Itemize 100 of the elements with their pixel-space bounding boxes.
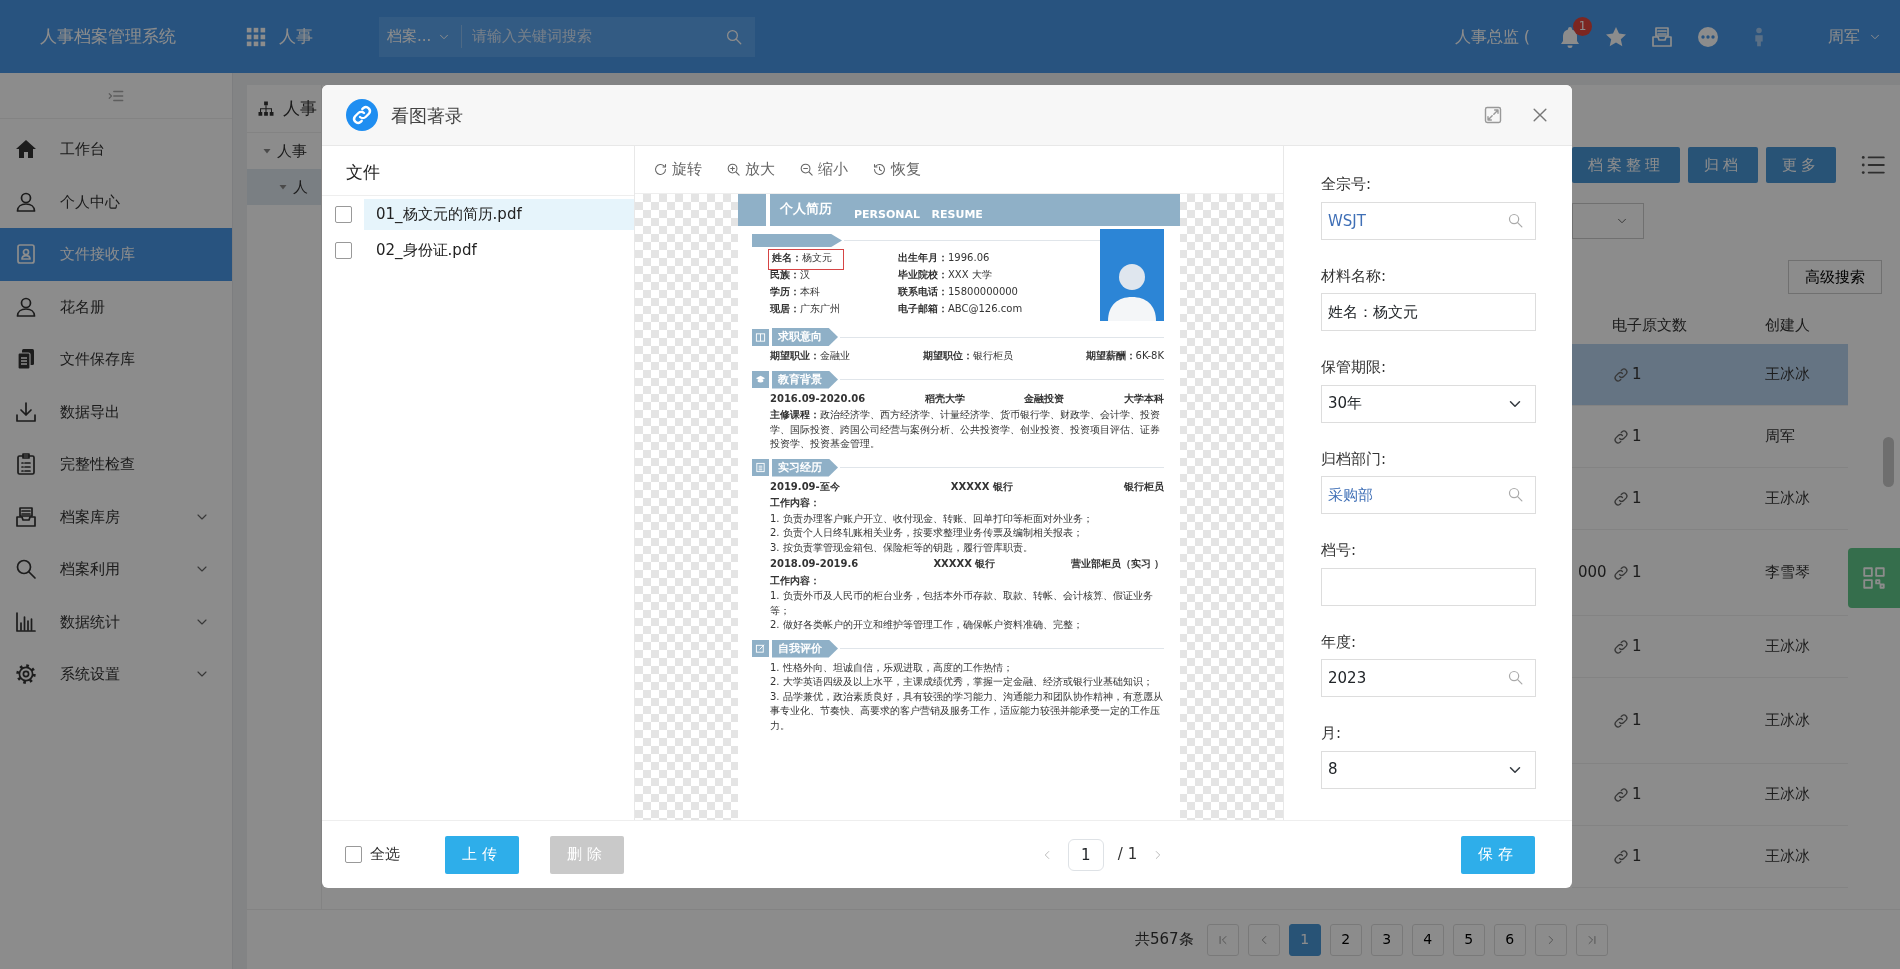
attachment-icon[interactable] bbox=[1612, 427, 1630, 446]
last-page-button[interactable] bbox=[1575, 923, 1608, 956]
edit-icon bbox=[752, 640, 769, 657]
previous-page-button[interactable] bbox=[1247, 923, 1280, 956]
select-field[interactable]: 8 bbox=[1321, 750, 1536, 789]
checklist-icon bbox=[14, 452, 38, 477]
sidebar-item[interactable]: 档案库房 bbox=[0, 490, 232, 543]
table-cell: 王冰冰 bbox=[1765, 365, 1810, 384]
module-title: 人事 bbox=[279, 24, 313, 48]
select-all-checkbox[interactable] bbox=[345, 846, 362, 863]
page-input[interactable]: 1 bbox=[1067, 838, 1104, 871]
list-item: 1. 负责外币及人民币的柜台业务，包括本外币存款、取款、转帐、会计核算、假证业务等； bbox=[770, 589, 1154, 618]
list-item: 2. 负责个人日终轧账相关业务，按要求整理业务传票及编制相关报表； bbox=[770, 526, 1084, 540]
advanced-search-button[interactable]: 高级搜索 bbox=[1788, 260, 1882, 294]
resume-text: 大学本科 bbox=[1124, 391, 1164, 406]
app-title: 人事档案管理系统 bbox=[40, 24, 177, 48]
inbox-icon bbox=[14, 504, 38, 529]
qr-code-button[interactable] bbox=[1848, 548, 1900, 608]
search-icon[interactable] bbox=[1507, 669, 1524, 686]
resume-text: 2018.09-2019.6 bbox=[770, 557, 859, 571]
rotate-button[interactable]: 旋转 bbox=[649, 158, 706, 181]
table-cell: 王冰冰 bbox=[1765, 637, 1810, 656]
lookup-field[interactable]: 2023 bbox=[1321, 659, 1536, 697]
resume-text: 2019.09-至今 bbox=[770, 479, 840, 494]
info-line: 出生年月：1996.06 bbox=[898, 251, 990, 265]
table-cell-text: 1 bbox=[1632, 636, 1642, 658]
input-field[interactable] bbox=[1321, 567, 1536, 606]
page-button[interactable]: 4 bbox=[1411, 923, 1444, 956]
sidebar-item[interactable]: 系统设置 bbox=[0, 648, 232, 701]
filter-dropdown[interactable] bbox=[1572, 203, 1644, 239]
title-band bbox=[738, 194, 766, 226]
page-button[interactable]: 2 bbox=[1329, 923, 1362, 956]
sidebar-item[interactable]: 工作台 bbox=[0, 123, 232, 176]
page-button[interactable]: 3 bbox=[1370, 923, 1403, 956]
tree-item[interactable]: 人 bbox=[247, 169, 321, 205]
search-icon[interactable] bbox=[1507, 211, 1524, 229]
page-button[interactable]: 5 bbox=[1452, 923, 1485, 956]
table-cell-text: 1 bbox=[1632, 784, 1642, 806]
list-item: 3. 品学兼优，政治素质良好，具有较强的学习能力、沟通能力和团队协作精神，有意愿从事专业化、节奏快、高要求的客户营销及服务工作，适应能力较强并能承受一定的工作压力。 bbox=[770, 689, 1164, 733]
attachment-icon[interactable] bbox=[1612, 365, 1630, 384]
input-field[interactable]: 姓名：杨文元 bbox=[1321, 293, 1536, 331]
info-line: 现居：广东广州 bbox=[770, 302, 840, 316]
chat-icon[interactable] bbox=[1696, 24, 1720, 49]
file-checkbox[interactable] bbox=[335, 206, 352, 223]
resume-text: XXXXX 银行 bbox=[933, 557, 996, 571]
list-item: 2. 大学英语四级及以上水平，主课成绩优秀，掌握一定金融、经济或银行业基础知识； bbox=[770, 675, 1154, 689]
resume-text: 稻壳大学 bbox=[924, 391, 965, 406]
zoom-out-icon bbox=[799, 162, 814, 177]
first-page-button[interactable] bbox=[1206, 923, 1239, 956]
table-cell-text: 1 bbox=[1632, 364, 1642, 386]
sidebar-item[interactable]: 完整性检查 bbox=[0, 438, 232, 491]
page-button[interactable]: 6 bbox=[1493, 923, 1526, 956]
resume-subtitle: PERSONAL RESUME bbox=[854, 207, 983, 223]
search-icon[interactable] bbox=[725, 27, 743, 46]
search-icon bbox=[14, 557, 38, 582]
next-page-button[interactable] bbox=[1534, 923, 1567, 956]
field-label: 材料名称: bbox=[1321, 265, 1387, 287]
lookup-field[interactable]: 采购部 bbox=[1321, 476, 1536, 514]
attachment-icon[interactable] bbox=[1612, 847, 1630, 866]
bell-icon[interactable] bbox=[1558, 24, 1582, 49]
file-item[interactable]: 02_身份证.pdf bbox=[364, 235, 634, 266]
select-field[interactable]: 30年 bbox=[1321, 384, 1536, 423]
zoom-out-button[interactable]: 缩小 bbox=[795, 158, 852, 181]
reset-button[interactable]: 恢复 bbox=[868, 158, 925, 181]
table-cell-text: 1 bbox=[1632, 710, 1642, 732]
sidebar-item[interactable]: 花名册 bbox=[0, 280, 232, 333]
sidebar-item[interactable]: 文件保存库 bbox=[0, 333, 232, 386]
column-header: 电子原文数 bbox=[1612, 314, 1688, 336]
scrollbar-thumb[interactable] bbox=[1883, 437, 1894, 487]
attachment-icon[interactable] bbox=[1612, 563, 1630, 582]
inbox-icon[interactable] bbox=[1650, 24, 1674, 49]
attachment-icon[interactable] bbox=[1612, 785, 1630, 804]
search-field[interactable]: 请输入关键词搜索 bbox=[470, 24, 717, 49]
page-total: / 1 bbox=[1117, 844, 1138, 866]
qr-code-icon bbox=[1861, 565, 1887, 591]
search-icon[interactable] bbox=[1507, 486, 1524, 503]
sidebar-item[interactable]: 个人中心 bbox=[0, 175, 232, 228]
attachment-icon[interactable] bbox=[1612, 711, 1630, 730]
sidebar-item[interactable]: 数据统计 bbox=[0, 595, 232, 648]
tree-item[interactable]: 人事 bbox=[247, 133, 321, 169]
sidebar-item[interactable]: 档案利用 bbox=[0, 543, 232, 596]
info-line: 联系电话：15800000000 bbox=[898, 285, 1018, 299]
table-cell: 王冰冰 bbox=[1765, 847, 1810, 866]
table-cell: 李雪琴 bbox=[1765, 563, 1810, 582]
list-item: 1. 负责办理客户账户开立、收付现金、转账、回单打印等柜面对外业务； bbox=[770, 511, 1094, 526]
zoom-in-button[interactable]: 放大 bbox=[722, 158, 779, 181]
resume-text: 金融投资 bbox=[1024, 391, 1065, 406]
sidebar-item[interactable]: 数据导出 bbox=[0, 385, 232, 438]
checkbox-label: 全选 bbox=[370, 844, 400, 866]
attachment-icon[interactable] bbox=[1612, 489, 1630, 508]
grid-icon[interactable] bbox=[245, 25, 267, 48]
attachment-icon[interactable] bbox=[1612, 637, 1630, 656]
lookup-field[interactable]: WSJT bbox=[1321, 201, 1536, 240]
field-label: 保管期限: bbox=[1321, 357, 1387, 378]
file-checkbox[interactable] bbox=[335, 242, 352, 259]
column-header: 创建人 bbox=[1765, 314, 1811, 336]
expand-icon[interactable] bbox=[1483, 105, 1503, 125]
table-cell: 000 bbox=[1578, 563, 1607, 582]
file-item[interactable]: 01_杨文元的简历.pdf bbox=[364, 199, 634, 230]
table-row[interactable]: 1 王冰冰 bbox=[1572, 344, 1848, 406]
